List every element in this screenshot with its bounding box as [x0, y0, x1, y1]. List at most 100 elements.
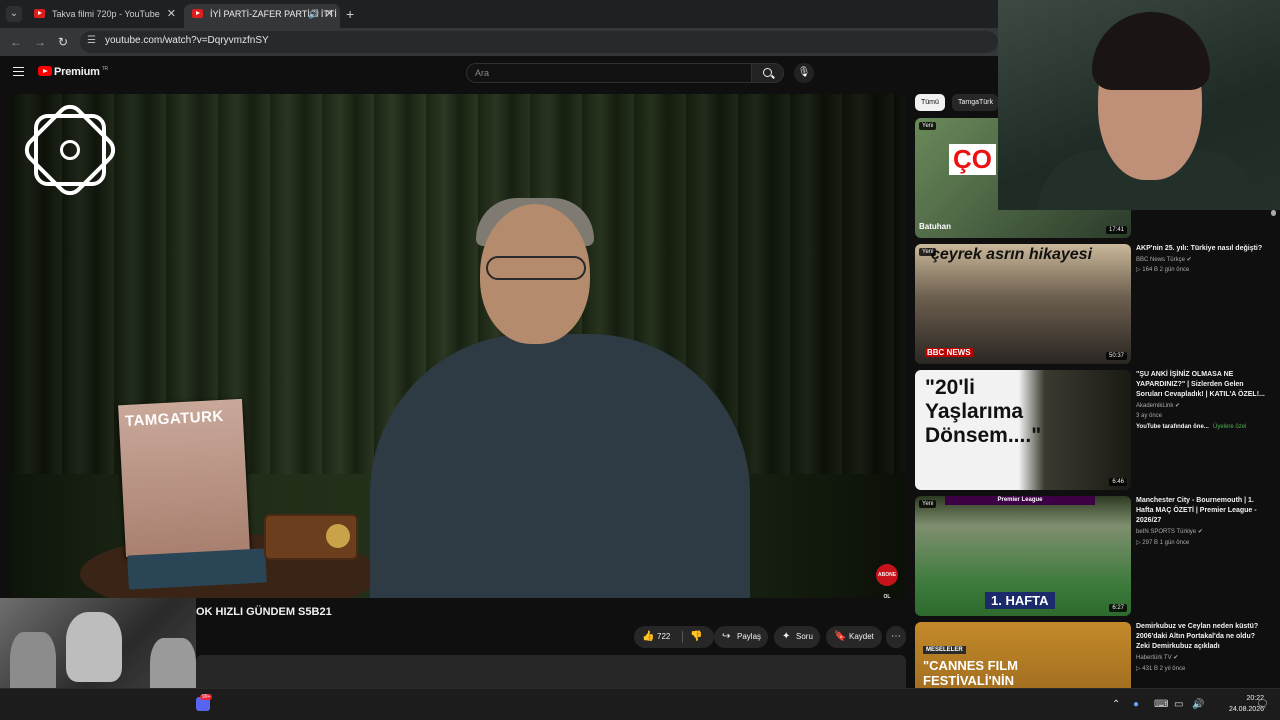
thumbnail-text: "CANNES FILM FESTİVALİ'NİN — [923, 658, 1018, 688]
presenter-glasses — [486, 256, 586, 280]
recommendation-title[interactable]: AKP'nin 25. yılı: Türkiye nasıl değişti? — [1136, 244, 1266, 254]
recommendation-title[interactable]: Demirkubuz ve Ceylan neden küstü? 2006'd… — [1136, 622, 1266, 652]
tab-search-dropdown-icon[interactable]: ⌄ — [6, 6, 22, 22]
video-thumbnail[interactable]: MESELELER "CANNES FILM FESTİVALİ'NİN — [915, 622, 1131, 688]
view-meta: 3 ay önce — [1136, 413, 1163, 419]
clock-date: 24.08.2026 — [1228, 706, 1264, 713]
overlay-figure-center — [66, 612, 122, 682]
omnibox[interactable]: ☰ youtube.com/watch?v=DqryvmzfnSY — [80, 31, 998, 53]
thumbs-down-icon[interactable]: 👎 — [690, 626, 702, 648]
audio-playing-icon[interactable]: 🔊 — [308, 4, 319, 24]
video-thumbnail[interactable]: Premier League 1. HAFTA Yeni 6:27 — [915, 496, 1131, 616]
divider — [682, 631, 683, 643]
tab-takva-filmi[interactable]: Takva filmi 720p - YouTube ✕ — [26, 4, 182, 28]
microphone-icon[interactable]: ● — [1133, 697, 1139, 713]
notifications-icon[interactable]: 🗨 — [1256, 697, 1269, 713]
webcam-overlay — [998, 0, 1280, 210]
tab-close-icon[interactable]: ✕ — [167, 4, 176, 24]
search-button[interactable] — [752, 63, 784, 83]
recommendation-title[interactable]: "ŞU ANKİ İŞİNİZ OLMASA NE YAPARDINIZ?" |… — [1136, 370, 1266, 400]
video-thumbnail[interactable]: çeyrek asrın hikayesi BBC NEWS Yeni 50:3… — [915, 244, 1131, 364]
more-actions-button[interactable]: ⋯ — [886, 626, 906, 648]
video-player[interactable]: TAMGATURK ABONE OL — [10, 94, 906, 598]
thumbnail-text: ÇO — [949, 144, 996, 175]
duration-badge: 17:41 — [1105, 226, 1127, 234]
channel-name[interactable]: beIN SPORTS Türkiye ✔ — [1136, 528, 1203, 535]
members-only-badge: Üyelere özel — [1213, 424, 1247, 430]
channel-name-text: AkademikLink — [1136, 403, 1174, 409]
verified-icon: ✔ — [1173, 655, 1179, 661]
like-dislike-group[interactable]: 👍 722 👎 — [634, 626, 714, 648]
thumbnail-subtext: MESELELER — [923, 646, 966, 654]
search-input[interactable]: Ara — [466, 63, 752, 83]
ask-button[interactable]: ✦ Soru — [774, 626, 820, 648]
system-clock[interactable]: 20:22 24.08.2026 — [1204, 693, 1264, 715]
save-button[interactable]: 🔖 Kaydet — [826, 626, 882, 648]
share-arrow-icon: ↪ — [722, 631, 731, 642]
recommendation-item[interactable]: "20'li Yaşlarıma Dönsem...." 6:46 "ŞU AN… — [915, 370, 1280, 490]
url-text: youtube.com/watch?v=DqryvmzfnSY — [105, 35, 269, 46]
magazine-title: TAMGATURK — [124, 407, 225, 431]
channel-name[interactable]: AkademikLink ✔ — [1136, 402, 1180, 409]
reload-icon[interactable]: ↻ — [58, 34, 68, 50]
tab-title: Takva filmi 720p - YouTube — [52, 9, 160, 19]
thumbnail-subtext: BBC NEWS — [925, 348, 973, 357]
verified-icon: ✔ — [1186, 257, 1192, 263]
chevron-up-icon[interactable]: ⌃ — [1112, 697, 1120, 713]
channel-name-text: Habertürk TV — [1136, 655, 1172, 661]
keyboard-icon[interactable]: ⌨ — [1154, 697, 1168, 713]
notification-badge: 99+ — [200, 694, 213, 700]
duration-badge: 6:27 — [1109, 604, 1127, 612]
region-code: TR — [101, 66, 108, 73]
thumbnail-subtext: Premier League — [945, 496, 1095, 505]
volume-icon[interactable]: 🔊 — [1192, 697, 1204, 713]
recommendation-item[interactable]: MESELELER "CANNES FILM FESTİVALİ'NİN Dem… — [915, 622, 1280, 688]
save-label: Kaydet — [849, 632, 874, 641]
share-label: Paylaş — [737, 632, 762, 641]
youtube-play-icon — [38, 66, 52, 76]
thumbnail-text: çeyrek asrın hikayesi — [931, 246, 1093, 263]
view-meta: ▷ 297 B 1 gün önce — [1136, 540, 1190, 546]
thumbnail-text: 1. HAFTA — [985, 592, 1055, 609]
recommendation-title[interactable]: Manchester City - Bournemouth | 1. Hafta… — [1136, 496, 1266, 526]
forward-arrow-icon[interactable]: → — [34, 34, 46, 50]
video-thumbnail[interactable]: "20'li Yaşlarıma Dönsem...." 6:46 — [915, 370, 1131, 490]
channel-name[interactable]: BBC News Türkçe ✔ — [1136, 256, 1192, 263]
youtube-header: Premium TR Ara 🎙 — [0, 56, 998, 92]
ask-label: Soru — [796, 632, 813, 641]
new-badge: Yeni — [919, 500, 937, 508]
featured-label: YouTube tarafından öne... — [1136, 424, 1209, 430]
site-info-icon[interactable]: ☰ — [87, 35, 96, 46]
network-icon[interactable]: ▭ — [1174, 697, 1183, 713]
thumbnail-subtext: Batuhan — [919, 222, 951, 231]
youtube-premium-logo[interactable]: Premium TR — [38, 66, 108, 78]
subscribe-watermark[interactable]: ABONE OL — [876, 564, 898, 598]
view-meta: ▷ 164 B 2 gün önce — [1136, 267, 1190, 273]
tab-iyi-parti[interactable]: İYİ PARTİ-ZAFER PARTİSİ İTTİ 🔊 ✕ — [184, 4, 340, 28]
new-badge: Yeni — [919, 122, 937, 130]
hamburger-menu-icon[interactable] — [13, 67, 24, 76]
video-title: OK HIZLI GÜNDEM S5B21 — [196, 606, 332, 618]
back-arrow-icon[interactable]: ← — [10, 34, 22, 50]
like-count: 722 — [657, 632, 671, 641]
chip-all[interactable]: Tümü — [915, 94, 945, 111]
radio-prop — [264, 514, 358, 560]
books-prop — [127, 548, 267, 590]
sidebar-scrollbar[interactable] — [1271, 210, 1276, 216]
magazine-prop: TAMGATURK — [118, 398, 250, 558]
voice-search-button[interactable]: 🎙 — [794, 63, 814, 83]
windows-taskbar: 99+ ⌃ ● ⌨ ▭ 🔊 20:22 24.08.2026 🗨 — [0, 688, 1280, 720]
sparkle-icon: ✦ — [782, 631, 791, 642]
channel-name[interactable]: Habertürk TV ✔ — [1136, 654, 1178, 661]
verified-icon: ✔ — [1175, 403, 1181, 409]
recommendation-item[interactable]: Premier League 1. HAFTA Yeni 6:27 Manche… — [915, 496, 1280, 616]
tab-close-icon[interactable]: ✕ — [325, 4, 334, 24]
youtube-favicon-icon — [192, 9, 203, 18]
new-badge: Yeni — [919, 248, 937, 256]
new-tab-button[interactable]: + — [346, 4, 354, 24]
thumbs-up-icon[interactable]: 👍 — [642, 626, 654, 648]
chip-tamgaturk[interactable]: TamgaTürk — [952, 94, 998, 111]
bookmark-icon: 🔖 — [834, 631, 847, 642]
recommendation-item[interactable]: çeyrek asrın hikayesi BBC NEWS Yeni 50:3… — [915, 244, 1280, 364]
share-button[interactable]: ↪ Paylaş — [714, 626, 768, 648]
